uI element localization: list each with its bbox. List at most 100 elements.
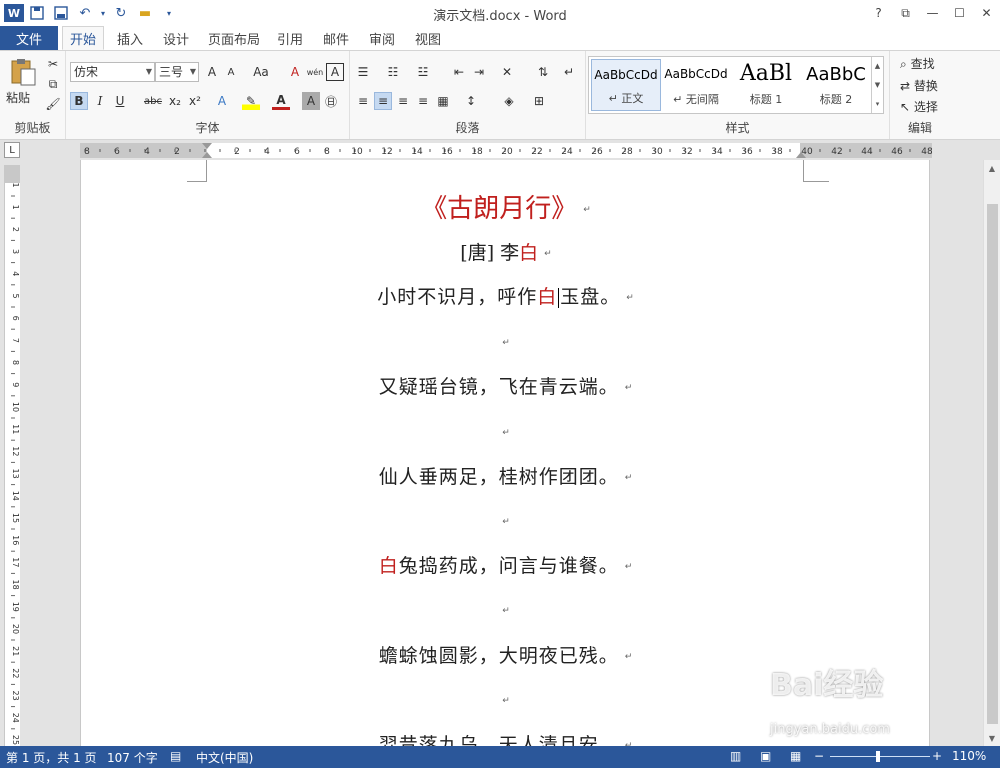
style-heading-1[interactable]: AaBl 标题 1 [731,59,801,111]
zoom-slider[interactable] [830,756,930,757]
chevron-up-icon[interactable]: ▲ [875,62,880,70]
style-sample: AaBbCcDd [594,68,658,82]
zoom-slider-thumb[interactable] [876,751,880,762]
justify-icon[interactable]: ≡ [414,92,432,110]
copy-icon[interactable]: ⧉ [44,75,62,93]
tab-file[interactable]: 文件 [0,26,58,50]
tab-home[interactable]: 开始 [62,26,104,50]
page-count[interactable]: 第 1 页，共 1 页 [6,749,97,766]
web-layout-icon[interactable]: ▦ [790,749,801,763]
shrink-font-icon[interactable]: A [222,63,240,81]
style-heading-2[interactable]: AaBbC 标题 2 [801,59,871,111]
font-color-icon[interactable]: A [272,92,290,110]
zoom-level[interactable]: 110% [952,749,986,763]
paste-icon[interactable] [8,57,38,87]
more-styles-icon[interactable]: ▾ [876,100,880,108]
multilevel-list-icon[interactable]: ☳ [414,63,432,81]
shading-icon[interactable]: ◈ [500,92,518,110]
verse-text: 兔捣药成，问言与谁餐。 [398,555,619,577]
decrease-indent-icon[interactable]: ⇤ [450,63,468,81]
scroll-down-icon[interactable]: ▼ [984,730,1000,746]
grow-font-icon[interactable]: A [203,63,221,81]
help-icon[interactable]: ? [865,0,892,26]
superscript-button[interactable]: x² [186,92,204,110]
tab-review[interactable]: 审阅 [362,26,402,50]
font-name-combo[interactable]: 仿宋 ▼ [70,62,155,82]
vertical-scrollbar[interactable]: ▲ ▼ [983,160,1000,746]
align-right-icon[interactable]: ≡ [394,92,412,110]
verse-line: 白兔捣药成，问言与谁餐。 ↵ [81,551,931,578]
format-painter-icon[interactable]: 🖌 [44,95,62,113]
highlight-icon[interactable]: ✎ [242,92,260,110]
poem-title-text: 《古朗月行》 [421,194,578,224]
styles-scroll[interactable]: ▲ ▼ ▾ [871,57,883,113]
scrollbar-thumb[interactable] [987,204,998,724]
proofing-icon[interactable]: ▤ [170,749,181,763]
print-layout-icon[interactable]: ▣ [760,749,771,763]
change-case-icon[interactable]: Aa [248,63,274,81]
find-button[interactable]: ⌕ 查找 [900,55,935,72]
horizontal-ruler[interactable]: 8 6 4 2 2 4 6 8 10 12 14 16 18 20 22 24 26 28 30 32 34 36 38 40… [80,143,932,158]
vertical-ruler-label: 11 [11,424,20,434]
text-effects-icon[interactable]: A [213,92,231,110]
verse-highlight: 白 [537,286,558,308]
strikethrough-button[interactable]: abc [142,92,164,110]
font-size-combo[interactable]: 三号 ▼ [155,62,199,82]
zoom-in-icon[interactable]: + [932,749,942,763]
tab-insert[interactable]: 插入 [110,26,150,50]
sort-icon[interactable]: ⇅ [534,63,552,81]
style-name: ↵ 无间隔 [673,93,719,106]
borders-icon[interactable]: ⊞ [530,92,548,110]
maximize-icon[interactable]: ☐ [946,0,973,26]
language-status[interactable]: 中文(中国) [196,749,253,766]
read-mode-icon[interactable]: ▥ [730,749,741,763]
vertical-ruler-label: 24 [11,713,20,723]
underline-button[interactable]: U [111,92,129,110]
subscript-button[interactable]: x₂ [166,92,184,110]
document-page[interactable]: 《古朗月行》 ↵ [唐] 李白 ↵ 小时不识月，呼作白 玉盘。 ↵ ↵ 又疑瑶台镜，飞在… [80,160,930,746]
font-group-label: 字体 [195,121,220,135]
clear-format-icon[interactable]: A [286,63,304,81]
italic-button[interactable]: I [91,92,109,110]
paste-button-label[interactable]: 粘贴 [6,89,30,106]
tab-selector[interactable]: L [4,142,20,158]
char-border-icon[interactable]: A [326,63,344,81]
minimize-icon[interactable]: — [919,0,946,26]
enclose-char-icon[interactable]: ㊐ [322,92,340,110]
show-marks-icon[interactable]: ↵ [560,63,578,81]
tab-layout[interactable]: 页面布局 [204,26,264,50]
select-button[interactable]: ↖ 选择 [900,98,938,115]
char-shading-icon[interactable]: A [302,92,320,110]
tab-view[interactable]: 视图 [408,26,448,50]
phonetic-guide-icon[interactable]: wén [306,63,324,81]
vertical-ruler[interactable]: 1 1 2 3 4 5 6 7 8 9 10 11 12 13 14 15 16 17 18 19 20 21 22 23 24… [4,165,21,752]
word-count[interactable]: 107 个字 [107,749,158,766]
close-icon[interactable]: ✕ [973,0,1000,26]
line-spacing-icon[interactable]: ↕ [462,92,480,110]
scroll-up-icon[interactable]: ▲ [984,160,1000,176]
replace-button[interactable]: ⇄ 替换 [900,77,938,94]
cut-icon[interactable]: ✂ [44,55,62,73]
paragraph-mark: ↵ [624,383,634,393]
numbering-icon[interactable]: ☷ [384,63,402,81]
vertical-ruler-label: 1 [11,182,20,187]
bullets-icon[interactable]: ☰ [354,63,372,81]
chevron-down-icon[interactable]: ▼ [875,81,880,89]
bold-button[interactable]: B [70,92,88,110]
ribbon-tabs: 文件 开始 插入 设计 页面布局 引用 邮件 审阅 视图 [0,26,1000,50]
tab-mailings[interactable]: 邮件 [316,26,356,50]
group-paragraph: ☰ ☷ ☳ ⇤ ⇥ ✕ ⇅ ↵ ≡ ≡ ≡ ≡ ▦ ↕ ◈ ⊞ 段落 [350,51,586,139]
distributed-icon[interactable]: ▦ [434,92,452,110]
tab-references[interactable]: 引用 [270,26,310,50]
align-left-icon[interactable]: ≡ [354,92,372,110]
align-center-icon[interactable]: ≡ [374,92,392,110]
chinese-layout-icon[interactable]: ✕ [498,63,516,81]
ruler-label: 44 [861,147,873,157]
tab-design[interactable]: 设计 [156,26,196,50]
increase-indent-icon[interactable]: ⇥ [470,63,488,81]
ribbon-display-icon[interactable]: ⧉ [892,0,919,26]
style-normal[interactable]: AaBbCcDd ↵ 正文 [591,59,661,111]
style-no-spacing[interactable]: AaBbCcDd ↵ 无间隔 [661,59,731,111]
zoom-out-icon[interactable]: − [814,749,824,763]
ruler-label: 18 [471,147,483,157]
